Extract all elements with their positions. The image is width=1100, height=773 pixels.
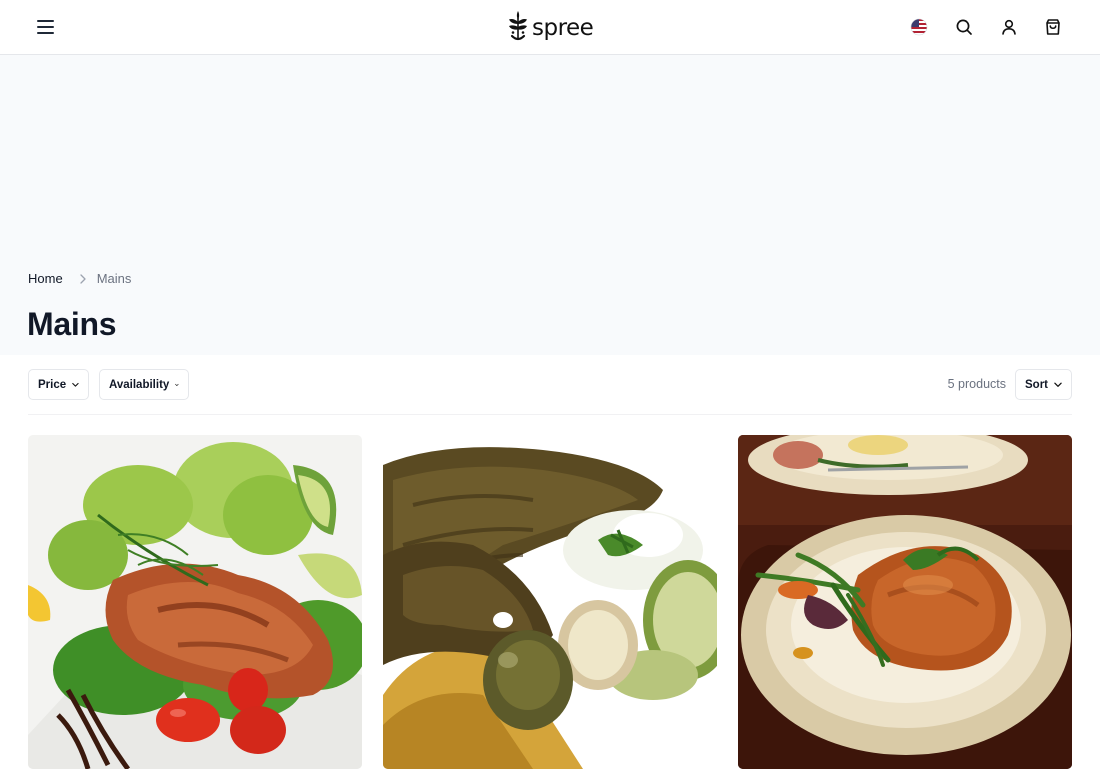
chevron-down-icon — [175, 383, 179, 386]
product-grid — [28, 435, 1073, 773]
price-filter-button[interactable]: Price — [28, 369, 89, 400]
filter-toolbar: Price Availability 5 products Sort — [28, 369, 1072, 415]
site-header: spree — [0, 0, 1100, 55]
category-hero — [0, 55, 1100, 355]
breadcrumb-home-link[interactable]: Home — [28, 271, 63, 286]
product-card[interactable] — [28, 435, 362, 769]
chevron-down-icon — [1054, 382, 1062, 387]
product-card[interactable] — [738, 435, 1072, 769]
us-flag-icon[interactable] — [908, 16, 930, 38]
breadcrumb: Home Mains — [28, 271, 131, 286]
spree-sprout-icon — [509, 11, 527, 41]
product-count: 5 products — [947, 377, 1006, 391]
spree-logo[interactable]: spree — [507, 9, 594, 45]
page-title: Mains — [27, 306, 117, 342]
sort-button[interactable]: Sort — [1015, 369, 1072, 400]
account-icon[interactable] — [998, 16, 1020, 38]
cart-icon[interactable] — [1042, 16, 1064, 38]
product-image[interactable] — [28, 435, 362, 769]
search-icon[interactable] — [953, 16, 975, 38]
breadcrumb-current: Mains — [96, 271, 132, 286]
product-image[interactable] — [383, 435, 717, 769]
logo-text: spree — [532, 15, 594, 41]
price-filter-label: Price — [38, 378, 67, 391]
availability-filter-button[interactable]: Availability — [99, 369, 189, 400]
product-card[interactable] — [383, 435, 717, 769]
availability-filter-label: Availability — [109, 378, 170, 391]
chevron-down-icon — [72, 382, 79, 387]
sort-label: Sort — [1025, 378, 1048, 391]
hamburger-menu-icon[interactable] — [35, 17, 57, 37]
chevron-right-icon — [79, 273, 87, 284]
product-image[interactable] — [738, 435, 1072, 769]
